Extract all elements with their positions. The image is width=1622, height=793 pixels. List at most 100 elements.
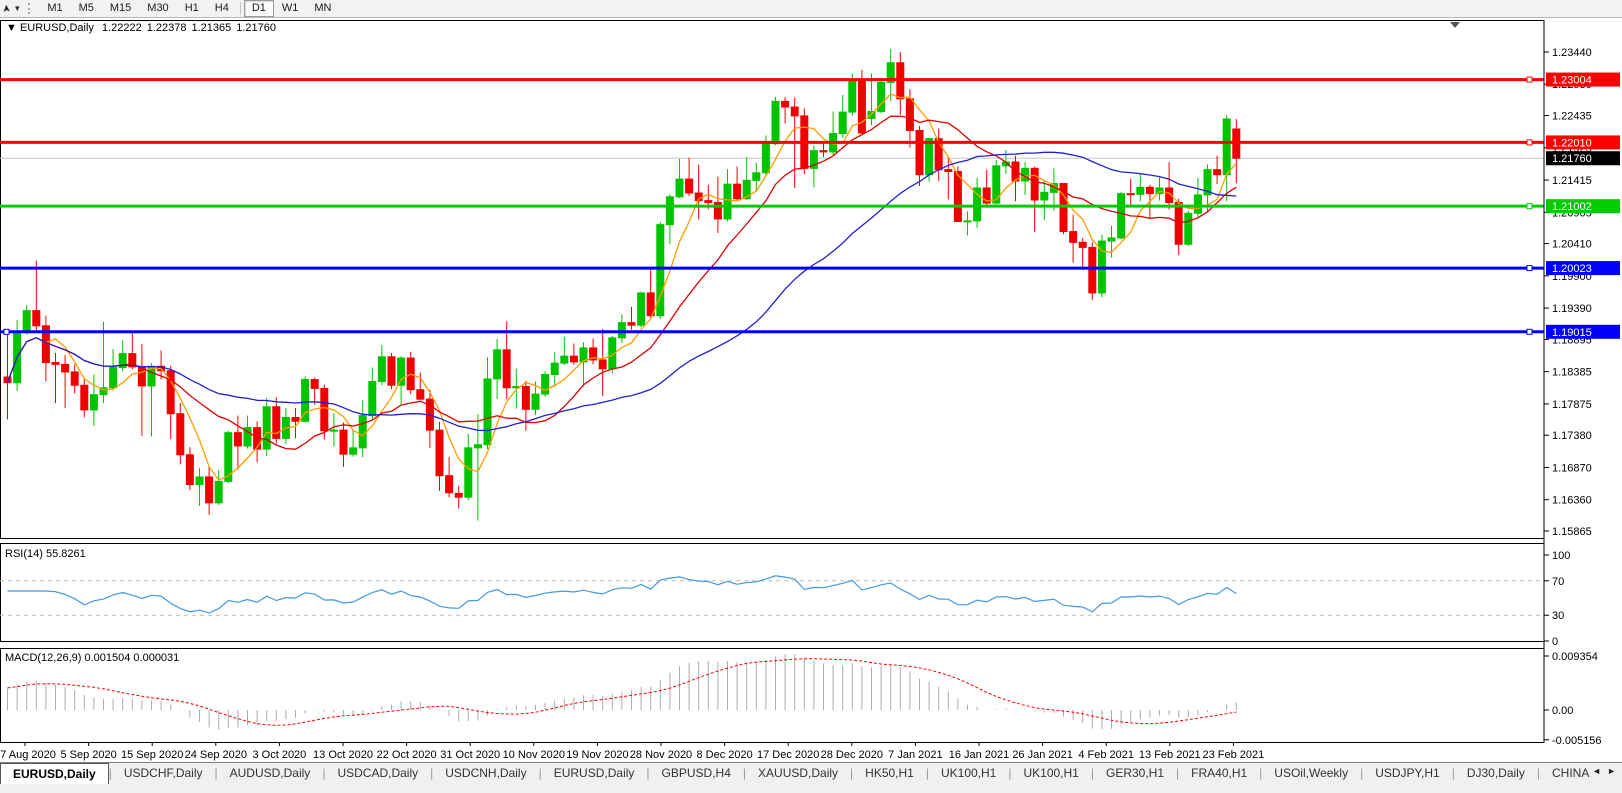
price-badge-label: 1.22010 [1552, 137, 1592, 149]
line-handle[interactable] [1527, 140, 1532, 145]
candle-body [954, 172, 961, 222]
rsi-label: RSI(14) 55.8261 [5, 548, 86, 560]
macd-tick-label: 0.009354 [1552, 651, 1598, 663]
candle-body [71, 372, 78, 385]
date-axis[interactable]: 27 Aug 20205 Sep 202015 Sep 202024 Sep 2… [0, 742, 1264, 761]
date-label: 8 Dec 2020 [696, 749, 752, 761]
chart-tab-15[interactable]: DJ30,Daily [1455, 764, 1537, 783]
tabs-scroll-right-button[interactable]: ► [1607, 766, 1616, 776]
candle-body [436, 430, 443, 476]
price-tick-label: 1.16870 [1552, 462, 1592, 474]
header-close: 1.21760 [236, 22, 276, 34]
chart-tab-1[interactable]: USDCHF,Daily [112, 764, 215, 783]
candle-body [388, 357, 395, 385]
timeframe-button-d1[interactable]: D1 [244, 0, 274, 17]
candle-body [1223, 119, 1230, 175]
date-label: 17 Dec 2020 [757, 749, 819, 761]
date-label: 22 Oct 2020 [377, 749, 437, 761]
cursor-icon: ➤ [1, 4, 13, 13]
timeframe-button-mn[interactable]: MN [306, 0, 339, 17]
candle-body [666, 197, 673, 225]
date-label: 26 Jan 2021 [1012, 749, 1073, 761]
timeframe-button-h1[interactable]: H1 [177, 0, 207, 17]
line-handle[interactable] [1527, 329, 1532, 334]
candle-body [206, 477, 213, 503]
chevron-down-icon[interactable]: ▼ [13, 4, 21, 13]
timeframe-button-m1[interactable]: M1 [39, 0, 70, 17]
chart-tab-0[interactable]: EURUSD,Daily [0, 763, 109, 784]
candle-body [628, 323, 635, 326]
date-label: 3 Oct 2020 [252, 749, 306, 761]
timeframe-button-h4[interactable]: H4 [207, 0, 237, 17]
date-label: 28 Nov 2020 [630, 749, 692, 761]
candle-body [1070, 232, 1077, 243]
tabs-scroll-left-button[interactable]: ◄ [1592, 766, 1601, 776]
candle-body [532, 394, 539, 409]
rsi-tick-label: 100 [1552, 550, 1570, 562]
price-tick-label: 1.17875 [1552, 399, 1592, 411]
candle-body [196, 477, 203, 485]
candle-body [791, 107, 798, 116]
chart-tab-13[interactable]: USOil,Weekly [1262, 764, 1360, 783]
candle-body [81, 385, 88, 410]
price-tick-label: 1.16360 [1552, 495, 1592, 507]
date-label: 4 Feb 2021 [1078, 749, 1134, 761]
chart-tab-11[interactable]: GER30,H1 [1094, 764, 1176, 783]
candle-body [858, 81, 865, 133]
rsi-tick-label: 30 [1552, 610, 1564, 622]
chart-tab-12[interactable]: FRA40,H1 [1179, 764, 1259, 783]
candle-body [849, 81, 856, 112]
toolbar-grip-handle[interactable] [28, 3, 35, 14]
candle-body [302, 380, 309, 422]
candle-body [916, 130, 923, 174]
candle-body [494, 350, 501, 379]
timeframe-button-m30[interactable]: M30 [139, 0, 176, 17]
date-label: 15 Sep 2020 [121, 749, 183, 761]
chart-tab-5[interactable]: EURUSD,Daily [542, 764, 647, 783]
collapse-triangle-icon[interactable]: ▼ [6, 22, 20, 34]
price-axis[interactable]: 1.234401.229301.224351.219251.214151.209… [1544, 20, 1620, 742]
chart-tab-7[interactable]: XAUUSD,Daily [746, 764, 850, 783]
candle-body [676, 179, 683, 197]
candle-body [1185, 213, 1192, 244]
line-handle[interactable] [1527, 204, 1532, 209]
chart-tab-14[interactable]: USDJPY,H1 [1363, 764, 1451, 783]
chart-tab-4[interactable]: USDCNH,Daily [433, 764, 538, 783]
candle-body [263, 407, 270, 449]
price-badge-label: 1.19015 [1552, 327, 1592, 339]
chart-tab-3[interactable]: USDCAD,Daily [325, 764, 430, 783]
line-handle[interactable] [4, 329, 9, 334]
candle-body [974, 188, 981, 221]
candle-body [321, 388, 328, 430]
line-handle[interactable] [1527, 77, 1532, 82]
timeframe-button-m15[interactable]: M15 [102, 0, 139, 17]
timeframe-button-m5[interactable]: M5 [71, 0, 102, 17]
chart-tab-10[interactable]: UK100,H1 [1011, 764, 1090, 783]
candle-body [378, 357, 385, 382]
cursor-tool-button[interactable]: ➤ ▼ [0, 1, 24, 16]
chart-tab-6[interactable]: GBPUSD,H4 [650, 764, 743, 783]
line-handle[interactable] [1527, 266, 1532, 271]
candle-body [23, 311, 30, 332]
candle-body [945, 170, 952, 172]
candle-body [734, 184, 741, 199]
candlestick-chart: ▼ EURUSD,Daily1.222221.223781.213651.217… [0, 17, 1622, 762]
candle-body [33, 311, 40, 326]
date-label: 31 Oct 2020 [440, 749, 500, 761]
candle-body [503, 350, 510, 388]
candle-body [1108, 238, 1115, 241]
candle-body [455, 493, 462, 497]
chart-tab-16[interactable]: CHINA300,H1 [1540, 764, 1590, 783]
candle-body [1041, 192, 1048, 200]
candle-body [753, 173, 760, 181]
candle-body [1031, 168, 1038, 200]
candle-body [474, 445, 481, 448]
chart-tab-9[interactable]: UK100,H1 [929, 764, 1008, 783]
chart-tab-2[interactable]: AUDUSD,Daily [218, 764, 323, 783]
timeframe-button-w1[interactable]: W1 [274, 0, 307, 17]
candle-body [90, 395, 97, 410]
chart-tab-8[interactable]: HK50,H1 [853, 764, 926, 783]
candle-body [599, 360, 606, 369]
candle-body [1079, 242, 1086, 247]
price-tick-label: 1.15865 [1552, 526, 1592, 538]
